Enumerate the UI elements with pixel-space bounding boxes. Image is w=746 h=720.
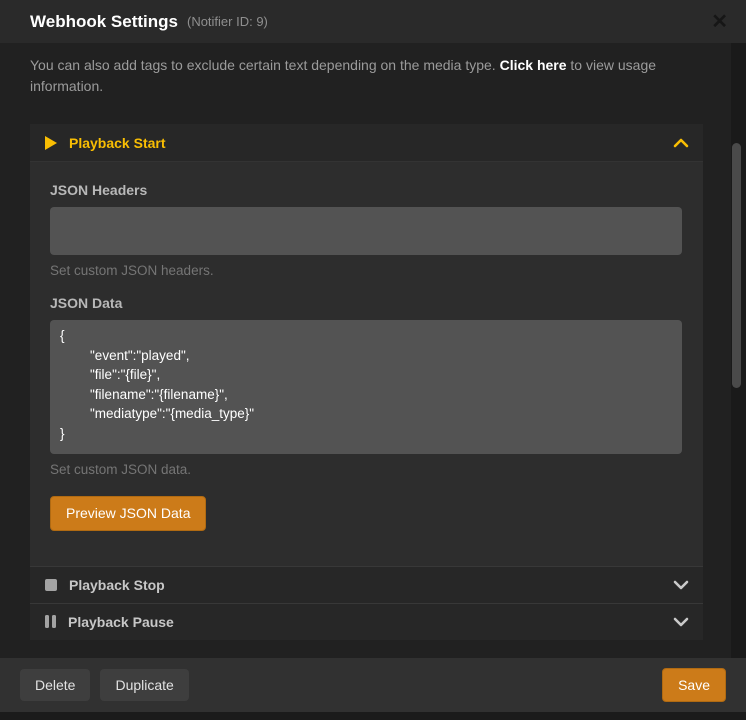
stop-icon	[45, 579, 57, 591]
json-headers-help: Set custom JSON headers.	[50, 263, 682, 278]
page-background-strip	[0, 712, 746, 720]
chevron-down-icon	[673, 617, 689, 627]
play-icon	[45, 136, 57, 150]
accordion-header-playback-start[interactable]: Playback Start	[30, 124, 703, 161]
modal-body: You can also add tags to exclude certain…	[0, 43, 746, 658]
playback-start-panel: JSON Headers Set custom JSON headers. JS…	[30, 161, 703, 566]
accordion-label-playback-pause: Playback Pause	[68, 614, 174, 630]
scrollbar-thumb[interactable]	[732, 143, 741, 388]
modal-footer: Delete Duplicate Save	[0, 658, 746, 712]
page-title: Webhook Settings	[30, 12, 178, 32]
usage-info-text: You can also add tags to exclude certain…	[30, 55, 703, 97]
close-icon[interactable]: ✕	[711, 12, 728, 32]
usage-info-text-before: You can also add tags to exclude certain…	[30, 57, 500, 73]
preview-json-data-button[interactable]: Preview JSON Data	[50, 496, 206, 531]
json-headers-label: JSON Headers	[50, 182, 682, 198]
notification-triggers-accordion: Playback Start JSON Headers Set custom J…	[30, 124, 703, 640]
scrollbar-track[interactable]	[731, 43, 746, 658]
pause-icon	[45, 615, 56, 628]
notifier-id-badge: (Notifier ID: 9)	[187, 14, 268, 29]
duplicate-button[interactable]: Duplicate	[100, 669, 188, 702]
accordion-label-playback-start: Playback Start	[69, 135, 166, 151]
chevron-down-icon	[673, 580, 689, 590]
save-button[interactable]: Save	[662, 668, 726, 703]
json-data-help: Set custom JSON data.	[50, 462, 682, 477]
accordion-label-playback-stop: Playback Stop	[69, 577, 165, 593]
json-data-label: JSON Data	[50, 295, 682, 311]
chevron-up-icon	[673, 138, 689, 148]
webhook-settings-modal: Webhook Settings (Notifier ID: 9) ✕ You …	[0, 0, 746, 720]
delete-button[interactable]: Delete	[20, 669, 90, 702]
click-here-link[interactable]: Click here	[500, 57, 567, 73]
modal-header: Webhook Settings (Notifier ID: 9) ✕	[0, 0, 746, 43]
json-headers-input[interactable]	[50, 207, 682, 255]
json-data-input[interactable]: { "event":"played", "file":"{file}", "fi…	[50, 320, 682, 454]
accordion-header-playback-pause[interactable]: Playback Pause	[30, 603, 703, 640]
accordion-header-playback-stop[interactable]: Playback Stop	[30, 566, 703, 603]
